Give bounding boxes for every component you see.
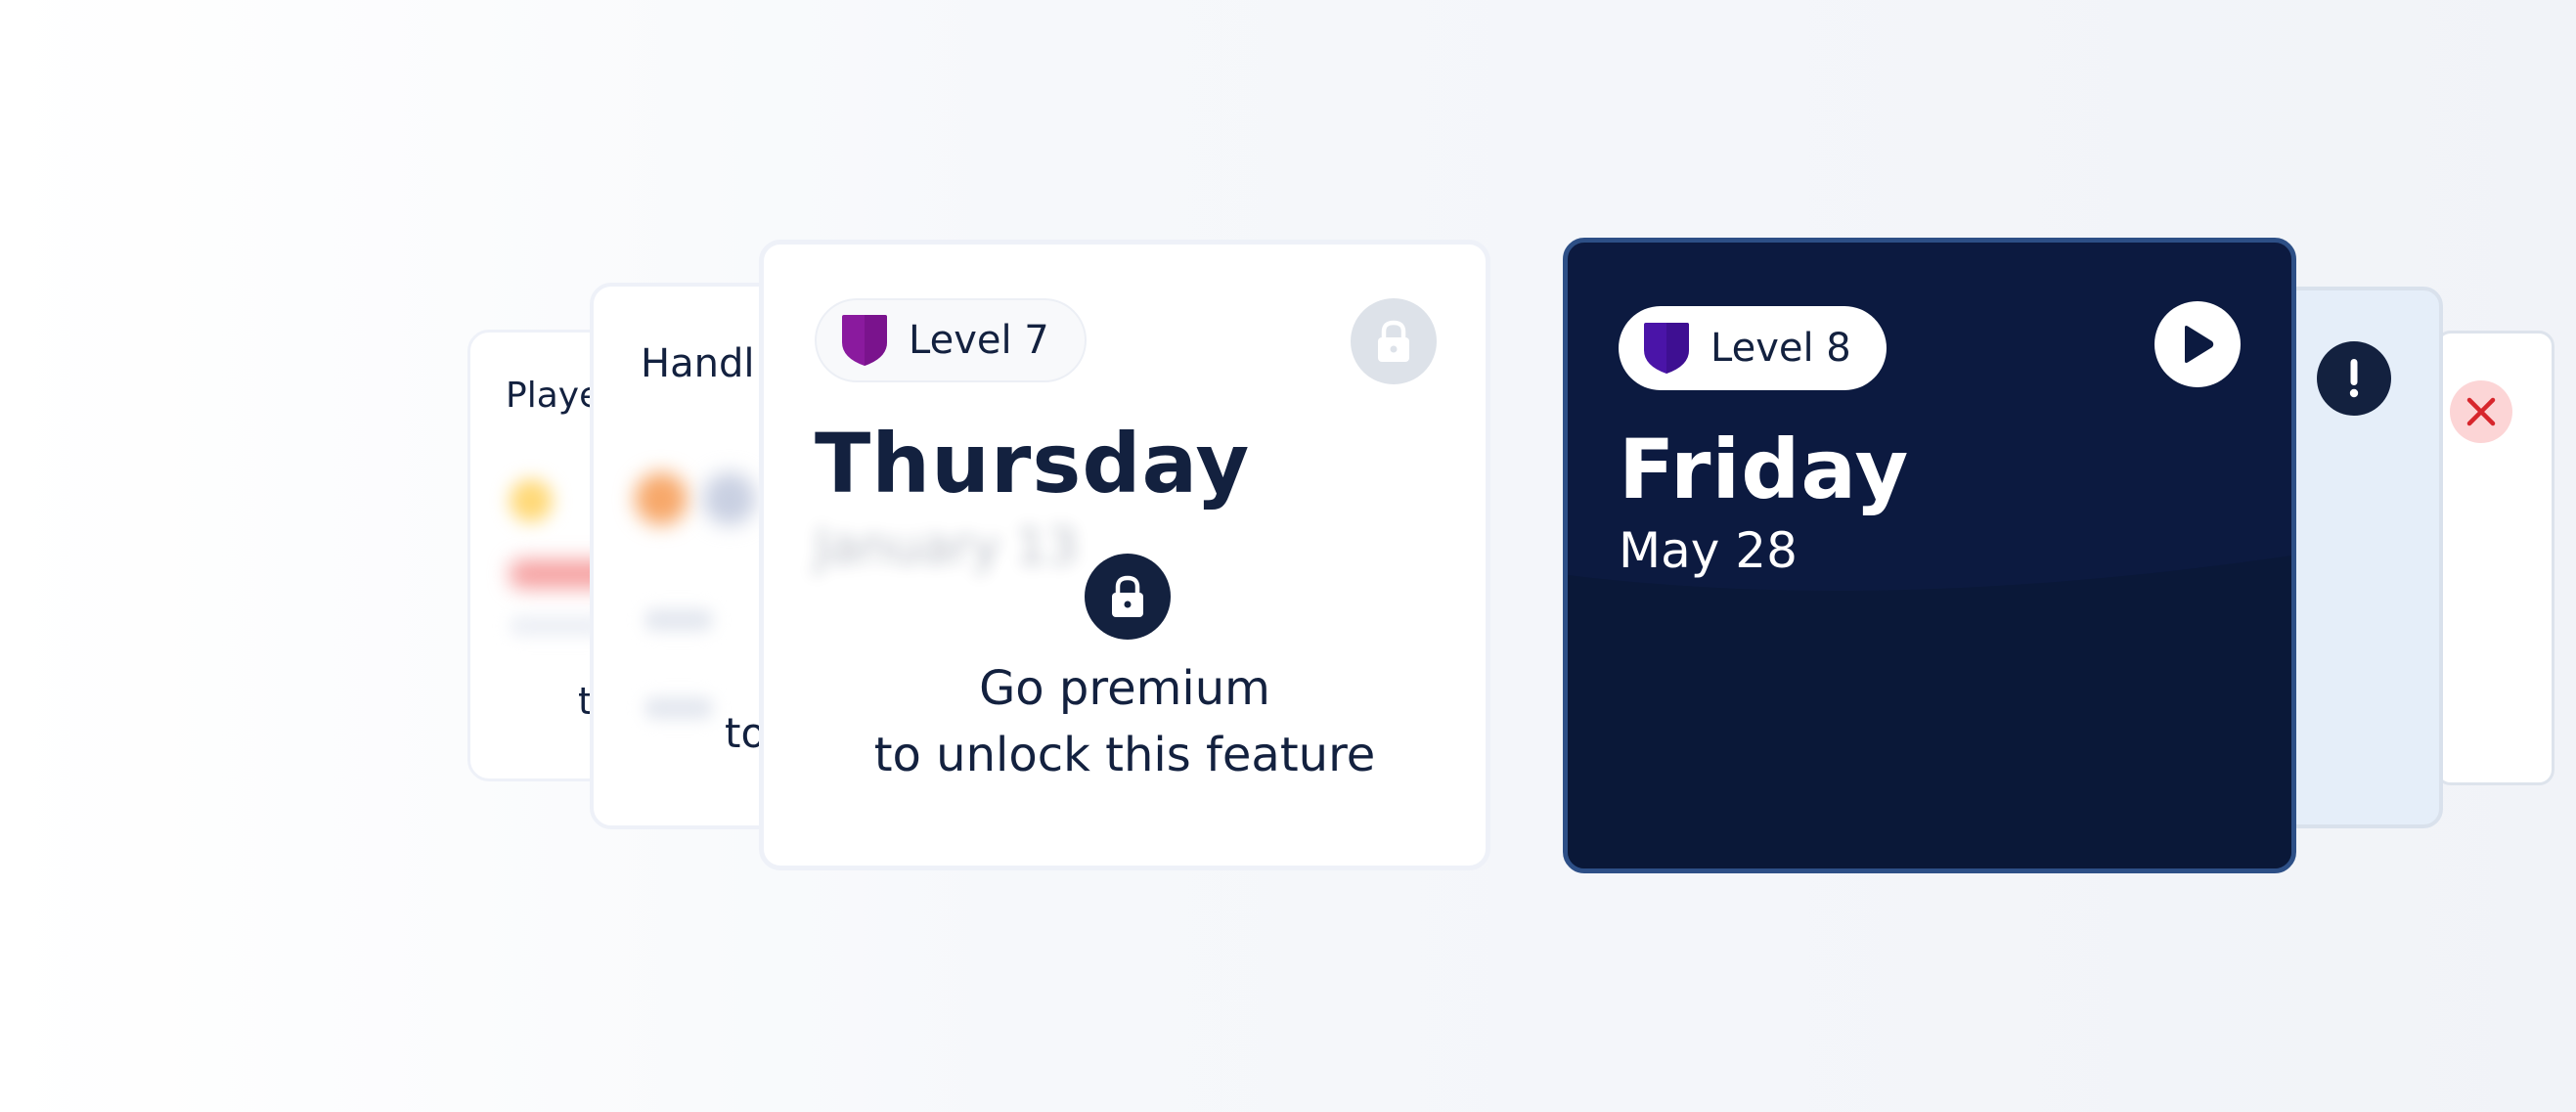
- premium-line-2: to unlock this feature: [873, 728, 1376, 782]
- shield-icon: [842, 315, 887, 366]
- lock-icon: [1112, 575, 1143, 617]
- play-icon: [2185, 326, 2214, 363]
- card-handling[interactable]: Handl to: [590, 283, 785, 829]
- blurred-avatar: [635, 472, 688, 525]
- card-friday-active[interactable]: Level 8 Friday May 28: [1563, 238, 2296, 873]
- day-title: Friday: [1619, 422, 1910, 517]
- card-title: Handl: [641, 341, 755, 386]
- premium-line-1: Go premium: [979, 661, 1270, 716]
- premium-message: Go premium to unlock this feature: [764, 655, 1486, 788]
- play-button[interactable]: [2154, 301, 2241, 387]
- blurred-text: [644, 609, 713, 631]
- close-icon: [2450, 380, 2512, 443]
- card-title: Playe: [506, 376, 601, 416]
- date-blurred: January 13: [815, 518, 1079, 575]
- blurred-text: [644, 697, 713, 719]
- day-title: Thursday: [815, 416, 1251, 512]
- level-label: Level 7: [909, 318, 1049, 363]
- exclamation-glyph: [2349, 359, 2359, 398]
- date-label: May 28: [1619, 522, 1798, 579]
- close-glyph: [2466, 397, 2496, 426]
- card-alert[interactable]: [2279, 287, 2443, 828]
- premium-lock-icon: [1085, 554, 1171, 640]
- blurred-avatar: [703, 472, 756, 525]
- lock-icon: [1378, 320, 1409, 362]
- card-wave-background: [1568, 556, 2291, 868]
- shield-icon: [1644, 323, 1689, 374]
- card-thursday-locked[interactable]: Level 7 Thursday January 13 Go premium t…: [759, 240, 1490, 870]
- level-label: Level 8: [1710, 326, 1851, 371]
- blurred-avatar: [510, 479, 553, 522]
- level-badge: Level 8: [1619, 306, 1887, 390]
- locked-action-button[interactable]: [1351, 298, 1437, 384]
- card-error[interactable]: [2435, 331, 2554, 785]
- level-badge: Level 7: [815, 298, 1087, 382]
- exclamation-icon: [2317, 341, 2391, 416]
